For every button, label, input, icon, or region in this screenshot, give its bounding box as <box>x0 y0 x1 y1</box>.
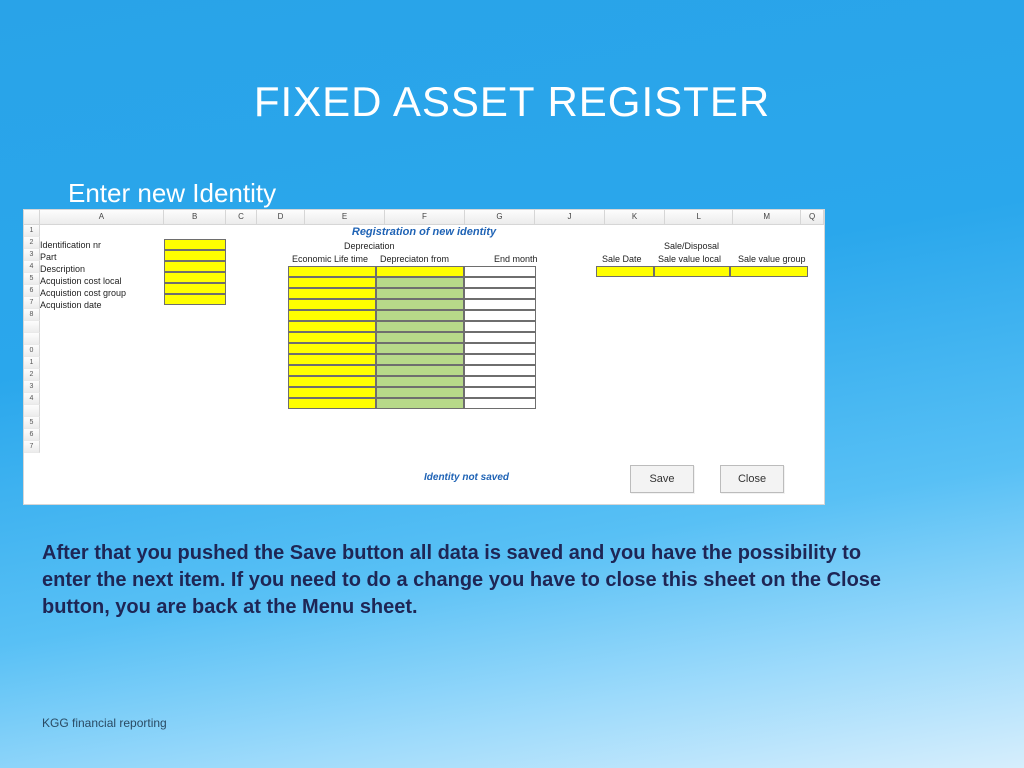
col-C: C <box>226 210 257 224</box>
identity-field-labels: Identification nr Part Description Acqui… <box>40 239 126 311</box>
econ-life-cell[interactable] <box>288 266 376 277</box>
depr-from-cell[interactable] <box>376 277 464 288</box>
col-L: L <box>665 210 733 224</box>
slide-footer: KGG financial reporting <box>42 716 167 730</box>
end-month-cell[interactable] <box>464 266 536 277</box>
identity-input-cells <box>164 239 226 305</box>
corner-cell <box>24 210 40 224</box>
col-G: G <box>465 210 535 224</box>
label-acq-cost-group: Acquistion cost group <box>40 287 126 299</box>
input-identification-nr[interactable] <box>164 239 226 250</box>
col-Q: Q <box>801 210 824 224</box>
subhead-depreciation-from: Depreciaton from <box>380 254 449 264</box>
col-B: B <box>164 210 226 224</box>
econ-life-cell[interactable] <box>288 354 376 365</box>
end-month-cell[interactable] <box>464 376 536 387</box>
depr-from-cell[interactable] <box>376 266 464 277</box>
end-month-cell[interactable] <box>464 354 536 365</box>
subhead-sale-value-local: Sale value local <box>658 254 721 264</box>
row-number-gutter: 1 2 3 4 5 6 7 8 0 1 2 3 4 5 6 7 <box>24 225 40 453</box>
slide-subtitle: Enter new Identity <box>68 178 276 209</box>
depr-from-cell[interactable] <box>376 332 464 343</box>
slide-title: FIXED ASSET REGISTER <box>0 78 1024 126</box>
depr-from-cell[interactable] <box>376 354 464 365</box>
sale-date-cell[interactable] <box>596 266 654 277</box>
depr-from-cell[interactable] <box>376 365 464 376</box>
presentation-slide: FIXED ASSET REGISTER Enter new Identity … <box>0 0 1024 768</box>
col-J: J <box>535 210 605 224</box>
end-month-cell[interactable] <box>464 321 536 332</box>
save-button[interactable]: Save <box>630 465 694 493</box>
econ-life-cell[interactable] <box>288 299 376 310</box>
depr-from-cell[interactable] <box>376 376 464 387</box>
input-description[interactable] <box>164 261 226 272</box>
end-month-cell[interactable] <box>464 332 536 343</box>
input-part[interactable] <box>164 250 226 261</box>
econ-life-cell[interactable] <box>288 288 376 299</box>
depr-from-cell[interactable] <box>376 310 464 321</box>
input-acq-date[interactable] <box>164 294 226 305</box>
subhead-sale-value-group: Sale value group <box>738 254 806 264</box>
input-acq-cost-local[interactable] <box>164 272 226 283</box>
end-month-cell[interactable] <box>464 365 536 376</box>
sheet-title: Registration of new identity <box>24 226 824 238</box>
section-depreciation-title: Depreciation <box>344 241 395 251</box>
depr-from-cell[interactable] <box>376 387 464 398</box>
col-A: A <box>40 210 164 224</box>
depr-from-cell[interactable] <box>376 288 464 299</box>
econ-life-cell[interactable] <box>288 310 376 321</box>
end-month-cell[interactable] <box>464 299 536 310</box>
econ-life-cell[interactable] <box>288 387 376 398</box>
label-acq-date: Acquistion date <box>40 299 126 311</box>
end-month-cell[interactable] <box>464 398 536 409</box>
depr-from-cell[interactable] <box>376 299 464 310</box>
column-headers: A B C D E F G J K L M Q <box>24 210 824 225</box>
label-part: Part <box>40 251 126 263</box>
econ-life-cell[interactable] <box>288 332 376 343</box>
sale-value-group-cell[interactable] <box>730 266 808 277</box>
input-acq-cost-group[interactable] <box>164 283 226 294</box>
depreciation-grid <box>288 266 536 409</box>
end-month-cell[interactable] <box>464 288 536 299</box>
subhead-economic-life-time: Economic Life time <box>292 254 368 264</box>
col-M: M <box>733 210 801 224</box>
econ-life-cell[interactable] <box>288 277 376 288</box>
end-month-cell[interactable] <box>464 277 536 288</box>
econ-life-cell[interactable] <box>288 321 376 332</box>
econ-life-cell[interactable] <box>288 365 376 376</box>
label-description: Description <box>40 263 126 275</box>
depr-from-cell[interactable] <box>376 343 464 354</box>
end-month-cell[interactable] <box>464 343 536 354</box>
end-month-cell[interactable] <box>464 387 536 398</box>
col-E: E <box>305 210 385 224</box>
subhead-end-month: End month <box>494 254 538 264</box>
subhead-sale-date: Sale Date <box>602 254 642 264</box>
slide-body-text: After that you pushed the Save button al… <box>42 540 902 621</box>
spreadsheet-screenshot: A B C D E F G J K L M Q 1 2 3 4 5 6 7 8 <box>24 210 824 504</box>
end-month-cell[interactable] <box>464 310 536 321</box>
econ-life-cell[interactable] <box>288 398 376 409</box>
label-acq-cost-local: Acquistion cost local <box>40 275 126 287</box>
econ-life-cell[interactable] <box>288 376 376 387</box>
econ-life-cell[interactable] <box>288 343 376 354</box>
depr-from-cell[interactable] <box>376 398 464 409</box>
col-F: F <box>385 210 465 224</box>
col-K: K <box>605 210 665 224</box>
depr-from-cell[interactable] <box>376 321 464 332</box>
close-button[interactable]: Close <box>720 465 784 493</box>
col-D: D <box>257 210 305 224</box>
status-message: Identity not saved <box>424 472 509 483</box>
label-identification-nr: Identification nr <box>40 239 126 251</box>
sale-grid <box>596 266 808 277</box>
sheet-body: 1 2 3 4 5 6 7 8 0 1 2 3 4 5 6 7 Registr <box>24 225 824 505</box>
sale-value-local-cell[interactable] <box>654 266 730 277</box>
section-sale-title: Sale/Disposal <box>664 241 719 251</box>
